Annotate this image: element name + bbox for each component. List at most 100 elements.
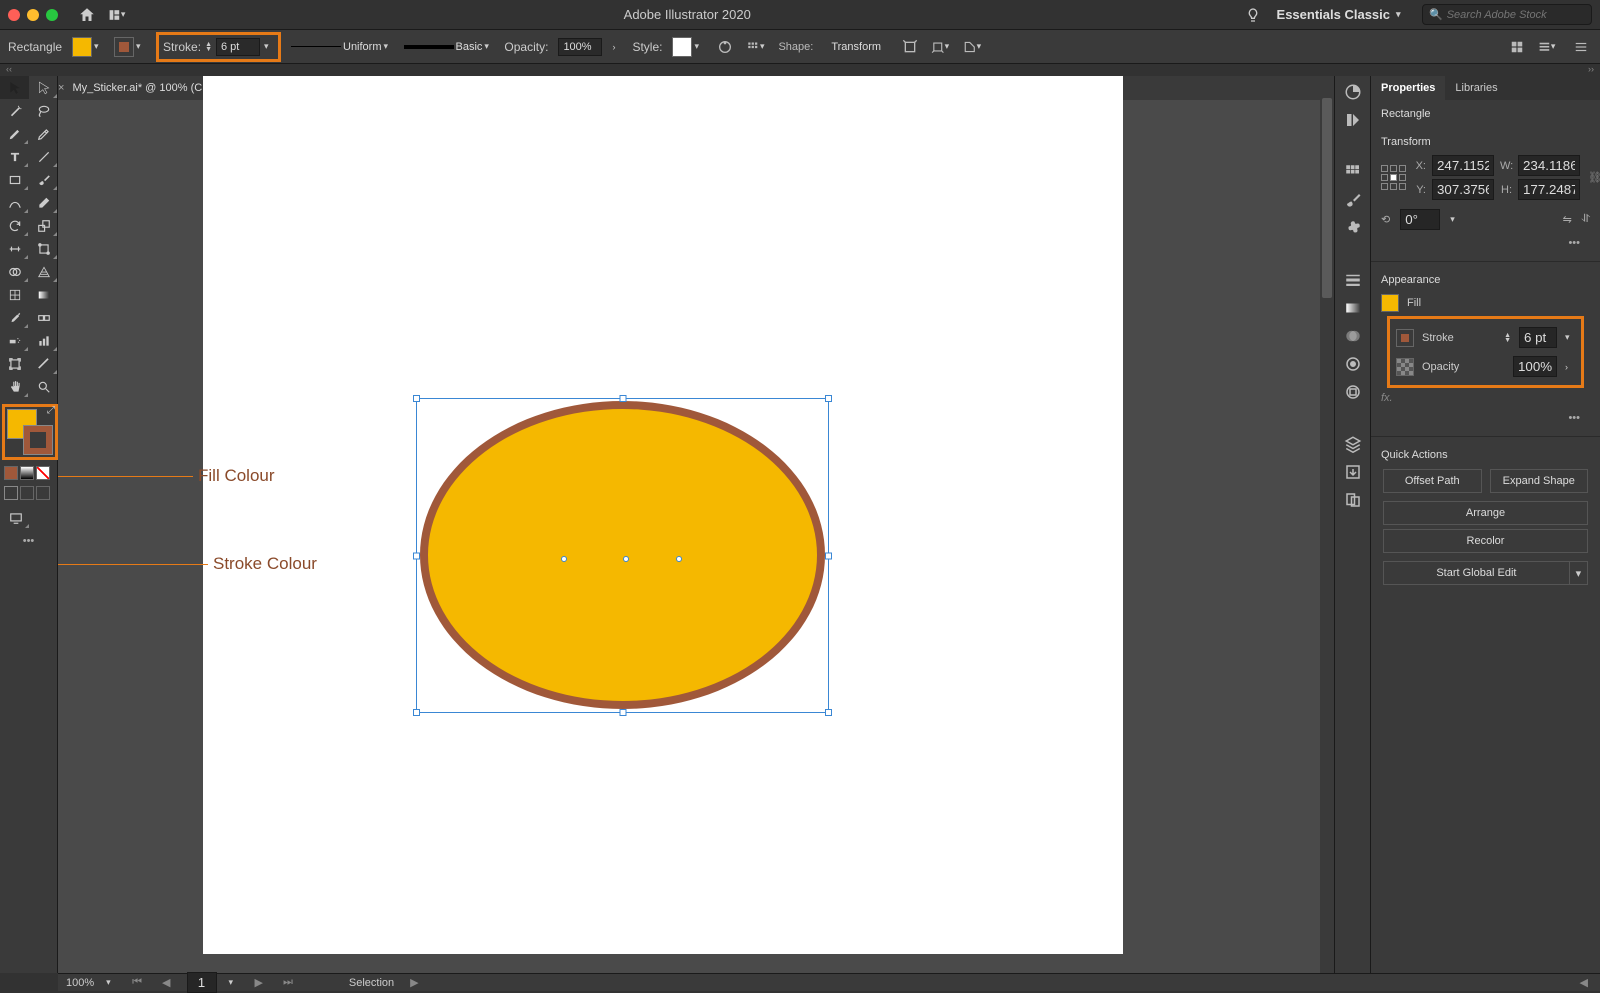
resize-handle[interactable] bbox=[825, 552, 832, 559]
opacity-input[interactable] bbox=[1513, 356, 1557, 377]
swatches-panel-icon[interactable] bbox=[1341, 160, 1365, 184]
scroll-left-icon[interactable]: ◀ bbox=[1576, 976, 1592, 989]
grid-view-icon[interactable] bbox=[1506, 36, 1528, 58]
fill-swatch[interactable] bbox=[1381, 294, 1399, 312]
direct-selection-tool-icon[interactable] bbox=[29, 76, 58, 99]
line-segment-tool-icon[interactable] bbox=[29, 145, 58, 168]
brush-definition[interactable]: Basic ▾ bbox=[404, 41, 495, 53]
x-input[interactable] bbox=[1432, 155, 1494, 176]
paintbrush-tool-icon[interactable] bbox=[29, 168, 58, 191]
opacity-label[interactable]: Opacity bbox=[1422, 361, 1459, 373]
isolate-icon[interactable] bbox=[899, 36, 921, 58]
mesh-tool-icon[interactable] bbox=[0, 283, 29, 306]
corner-widget[interactable] bbox=[676, 556, 682, 562]
pen-tool-icon[interactable] bbox=[0, 122, 29, 145]
symbols-panel-icon[interactable] bbox=[1341, 216, 1365, 240]
stroke-weight-input[interactable] bbox=[216, 38, 260, 56]
column-graph-tool-icon[interactable] bbox=[29, 329, 58, 352]
arrange-button[interactable]: Arrange bbox=[1383, 501, 1588, 525]
resize-handle[interactable] bbox=[619, 395, 626, 402]
artboards-panel-icon[interactable] bbox=[1341, 488, 1365, 512]
resize-handle[interactable] bbox=[413, 552, 420, 559]
minimize-window-icon[interactable] bbox=[27, 9, 39, 21]
color-guide-panel-icon[interactable] bbox=[1341, 108, 1365, 132]
fill-label[interactable]: Fill bbox=[1407, 297, 1421, 309]
swap-fill-stroke-icon[interactable]: ⤢ bbox=[47, 405, 55, 416]
opacity-swatch[interactable] bbox=[1396, 358, 1414, 376]
offset-path-button[interactable]: Offset Path bbox=[1383, 469, 1482, 493]
stock-search-input[interactable] bbox=[1447, 9, 1585, 21]
scale-tool-icon[interactable] bbox=[29, 214, 58, 237]
perspective-grid-tool-icon[interactable] bbox=[29, 260, 58, 283]
lightbulb-icon[interactable] bbox=[1245, 7, 1261, 23]
free-transform-tool-icon[interactable] bbox=[29, 237, 58, 260]
center-point[interactable] bbox=[623, 556, 629, 562]
chevron-down-icon[interactable]: ▾ bbox=[136, 41, 146, 52]
gradient-panel-icon[interactable] bbox=[1341, 296, 1365, 320]
rotate-input[interactable] bbox=[1400, 209, 1440, 230]
first-artboard-icon[interactable]: ⏮ bbox=[128, 976, 146, 989]
zoom-tool-icon[interactable] bbox=[29, 375, 58, 398]
next-artboard-icon[interactable]: ▶ bbox=[251, 976, 267, 989]
chevron-down-icon[interactable]: ▾ bbox=[484, 41, 494, 52]
slice-tool-icon[interactable] bbox=[29, 352, 58, 375]
brushes-panel-icon[interactable] bbox=[1341, 188, 1365, 212]
constrain-proportions-icon[interactable]: ⛓ bbox=[1588, 171, 1600, 184]
flip-vertical-icon[interactable]: ⥯ bbox=[1582, 213, 1590, 226]
stroke-indicator[interactable] bbox=[23, 425, 53, 455]
stepper-icon[interactable]: ▲▼ bbox=[205, 42, 212, 52]
align-panel-icon[interactable]: ▾ bbox=[746, 36, 768, 58]
resize-handle[interactable] bbox=[825, 395, 832, 402]
zoom-level[interactable]: 100% bbox=[66, 977, 94, 989]
transform-button[interactable]: Transform bbox=[823, 38, 889, 56]
shaper-tool-icon[interactable] bbox=[0, 191, 29, 214]
collapse-right-icon[interactable]: ›› bbox=[1588, 64, 1594, 76]
color-mode-icon[interactable] bbox=[4, 466, 18, 480]
home-icon[interactable] bbox=[78, 6, 96, 24]
opacity-input[interactable] bbox=[558, 38, 602, 56]
reference-point-selector[interactable] bbox=[1381, 165, 1406, 190]
asset-export-panel-icon[interactable] bbox=[1341, 460, 1365, 484]
stepper-icon[interactable]: ▲▼ bbox=[1504, 333, 1511, 343]
magic-wand-tool-icon[interactable] bbox=[0, 99, 29, 122]
canvas-viewport[interactable]: × My_Sticker.ai* @ 100% (CMYK/GPU Previe… bbox=[58, 76, 1334, 973]
fill-stroke-indicator[interactable]: ⤢ bbox=[2, 404, 58, 460]
shape-builder-tool-icon[interactable] bbox=[0, 260, 29, 283]
stroke-panel-icon[interactable] bbox=[1341, 268, 1365, 292]
lasso-tool-icon[interactable] bbox=[29, 99, 58, 122]
width-tool-icon[interactable] bbox=[0, 237, 29, 260]
opacity-expand-icon[interactable]: › bbox=[612, 42, 622, 52]
appearance-panel-icon[interactable] bbox=[1341, 352, 1365, 376]
variable-width-profile[interactable]: Uniform ▾ bbox=[291, 41, 394, 53]
more-options-icon[interactable]: ••• bbox=[1381, 233, 1590, 253]
fx-label[interactable]: fx. bbox=[1381, 388, 1590, 408]
draw-normal-icon[interactable] bbox=[4, 486, 18, 500]
chevron-down-icon[interactable]: ▾ bbox=[1570, 561, 1588, 585]
prev-artboard-icon[interactable]: ◀ bbox=[158, 976, 174, 989]
draw-inside-icon[interactable] bbox=[36, 486, 50, 500]
last-artboard-icon[interactable]: ⏭ bbox=[279, 976, 297, 989]
start-global-edit-button[interactable]: Start Global Edit bbox=[1383, 561, 1570, 585]
hand-tool-icon[interactable] bbox=[0, 375, 29, 398]
tab-properties[interactable]: Properties bbox=[1371, 76, 1445, 100]
resize-handle[interactable] bbox=[413, 395, 420, 402]
chevron-down-icon[interactable]: ▾ bbox=[694, 41, 704, 52]
chevron-down-icon[interactable]: ▾ bbox=[1565, 332, 1575, 343]
layers-panel-icon[interactable] bbox=[1341, 432, 1365, 456]
fill-color-swatch[interactable] bbox=[72, 37, 92, 57]
scroll-thumb[interactable] bbox=[1322, 98, 1332, 298]
vertical-scrollbar[interactable] bbox=[1320, 96, 1334, 973]
resize-handle[interactable] bbox=[619, 709, 626, 716]
zoom-dropdown-icon[interactable]: ▾ bbox=[106, 977, 116, 988]
y-input[interactable] bbox=[1432, 179, 1494, 200]
stroke-swatch-dropdown[interactable]: ▾ bbox=[114, 37, 146, 57]
gradient-mode-icon[interactable] bbox=[20, 466, 34, 480]
stock-search[interactable]: 🔍 bbox=[1422, 4, 1592, 25]
chevron-down-icon[interactable]: ▾ bbox=[384, 41, 394, 52]
graphic-styles-panel-icon[interactable] bbox=[1341, 380, 1365, 404]
panel-menu-icon[interactable] bbox=[1570, 36, 1592, 58]
draw-behind-icon[interactable] bbox=[20, 486, 34, 500]
maximize-window-icon[interactable] bbox=[46, 9, 58, 21]
bounding-box[interactable] bbox=[416, 398, 829, 713]
artboard-dropdown-icon[interactable]: ▾ bbox=[229, 977, 239, 988]
